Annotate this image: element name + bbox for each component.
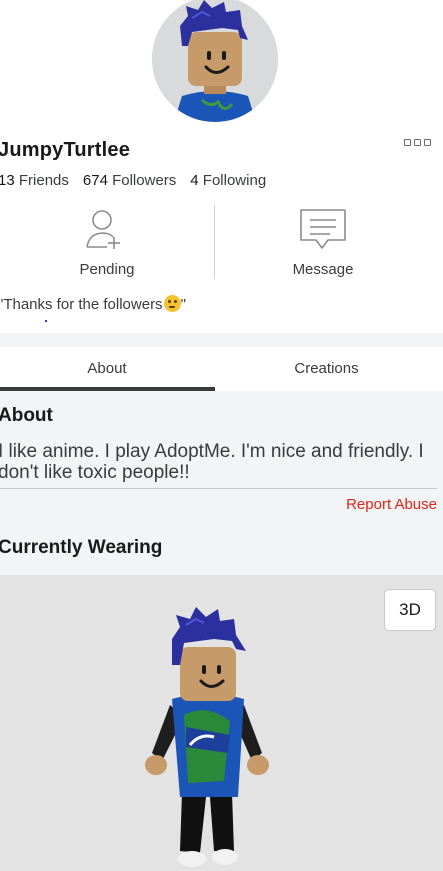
avatar-headshot-image [152, 0, 278, 122]
about-description: I like anime. I play AdoptMe. I'm nice a… [0, 441, 424, 483]
profile-stats: 13 Friends 674 Followers 4 Following [0, 172, 266, 189]
profile-status: "Thanks for the followers " [0, 295, 186, 313]
report-abuse-link[interactable]: Report Abuse [346, 496, 437, 513]
message-button[interactable]: Message [216, 205, 430, 283]
add-friend-icon [86, 210, 120, 249]
avatar-headshot [152, 0, 278, 122]
followers-link[interactable]: 674 Followers [83, 172, 176, 189]
about-divider [0, 488, 437, 489]
pending-button[interactable]: Pending [0, 205, 214, 283]
avatar-viewer[interactable] [0, 575, 443, 871]
thinking-face-icon [163, 295, 181, 312]
section-separator [0, 333, 443, 347]
more-options-icon [404, 139, 411, 146]
profile-tabs: About Creations [0, 347, 443, 391]
pending-label: Pending [79, 261, 135, 278]
tab-creations[interactable]: Creations [216, 347, 437, 391]
action-divider [214, 205, 215, 279]
avatar-full-body [145, 607, 269, 867]
about-heading: About [0, 405, 53, 426]
username: JumpyTurtlee [0, 139, 131, 161]
message-label: Message [292, 261, 354, 278]
following-link[interactable]: 4 Following [190, 172, 266, 189]
message-icon [300, 209, 346, 249]
currently-wearing-heading: Currently Wearing [0, 537, 163, 558]
view-3d-toggle[interactable]: 3D [384, 589, 436, 631]
friends-link[interactable]: 13 Friends [0, 172, 69, 189]
more-options-button[interactable] [404, 139, 436, 149]
tab-about[interactable]: About [0, 347, 214, 391]
status-dot [45, 320, 47, 322]
